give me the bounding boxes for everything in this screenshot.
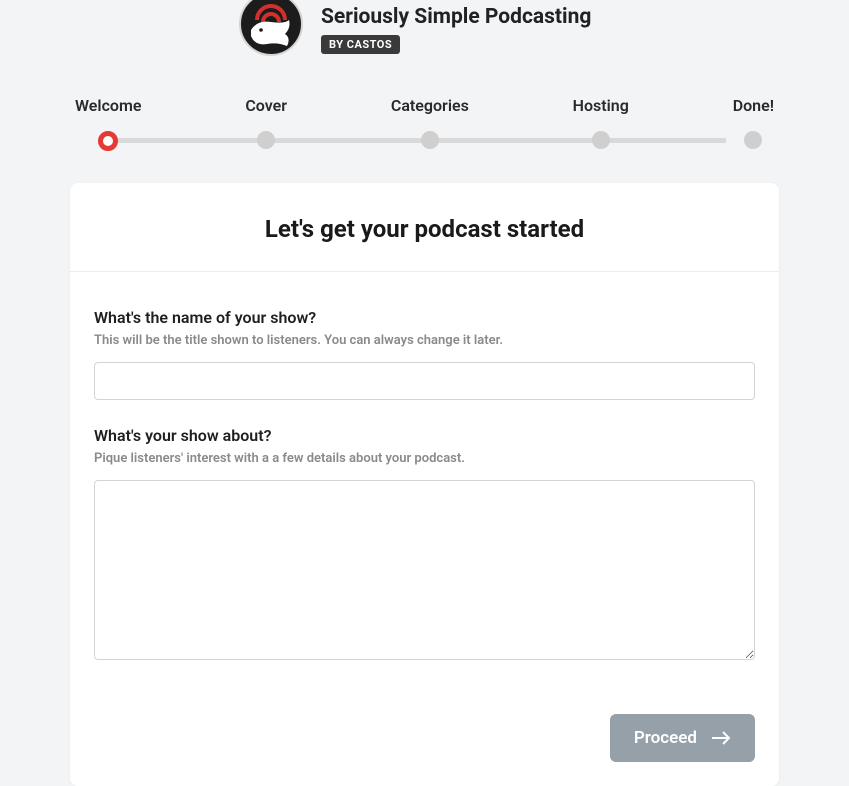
app-header: Seriously Simple Podcasting BY CASTOS: [0, 0, 849, 58]
logo-whale-icon: [249, 18, 293, 48]
proceed-button[interactable]: Proceed: [610, 714, 755, 762]
step-dot: [744, 131, 762, 149]
onboarding-card: Let's get your podcast started What's th…: [70, 183, 779, 786]
step-label: Done!: [733, 96, 774, 115]
card-body: What's the name of your show? This will …: [70, 272, 779, 714]
step-dot: [421, 131, 439, 149]
brand-title: Seriously Simple Podcasting: [321, 5, 591, 29]
step-done[interactable]: Done!: [733, 96, 774, 149]
step-hosting[interactable]: Hosting: [573, 96, 629, 149]
show-about-label: What's your show about?: [94, 426, 755, 445]
step-dot: [257, 131, 275, 149]
proceed-button-label: Proceed: [634, 728, 697, 748]
step-label: Cover: [245, 96, 287, 115]
step-cover[interactable]: Cover: [245, 96, 287, 149]
brand-logo: [239, 0, 303, 56]
show-name-input[interactable]: [94, 362, 755, 400]
brand-text: Seriously Simple Podcasting BY CASTOS: [321, 5, 591, 54]
step-label: Hosting: [573, 96, 629, 115]
card-footer: Proceed: [70, 714, 779, 786]
step-label: Welcome: [75, 96, 141, 115]
step-welcome[interactable]: Welcome: [75, 96, 141, 151]
brand-badge: BY CASTOS: [321, 35, 400, 54]
show-about-hint: Pique listeners' interest with a a few d…: [94, 451, 755, 466]
step-categories[interactable]: Categories: [391, 96, 469, 149]
setup-stepper: Welcome Cover Categories Hosting Done!: [0, 96, 849, 151]
show-about-group: What's your show about? Pique listeners'…: [94, 426, 755, 664]
show-name-label: What's the name of your show?: [94, 308, 755, 327]
step-dot-active: [98, 131, 118, 151]
step-label: Categories: [391, 96, 469, 115]
page-title: Let's get your podcast started: [94, 215, 755, 243]
card-header: Let's get your podcast started: [70, 183, 779, 272]
arrow-right-icon: [711, 731, 731, 745]
show-about-textarea[interactable]: [94, 480, 755, 660]
show-name-group: What's the name of your show? This will …: [94, 308, 755, 400]
show-name-hint: This will be the title shown to listener…: [94, 333, 755, 348]
step-dot: [592, 131, 610, 149]
